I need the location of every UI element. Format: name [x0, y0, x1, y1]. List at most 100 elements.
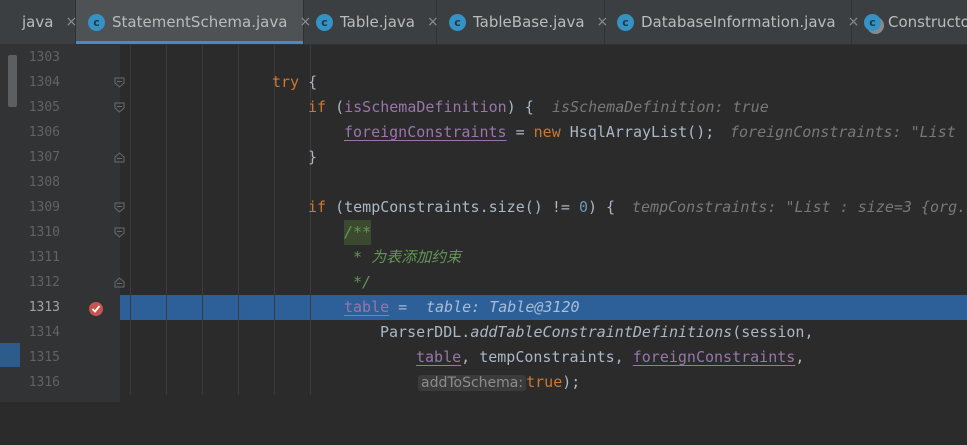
- indent-guide: [310, 320, 311, 345]
- indent-guide: [202, 345, 203, 370]
- tab-label: DatabaseInformation.java: [641, 13, 836, 31]
- indent-guide: [202, 195, 203, 220]
- indent-guide: [274, 245, 275, 270]
- indent-guide: [130, 170, 131, 195]
- indent-guide: [274, 370, 275, 395]
- indent-guide: [166, 145, 167, 170]
- inline-debug-value: isSchemaDefinition: true: [552, 98, 769, 116]
- line-number[interactable]: 1303: [20, 45, 60, 70]
- editor-tab[interactable]: c Constructor: [852, 0, 967, 44]
- line-number[interactable]: 1305: [20, 95, 60, 120]
- editor-scrollbar[interactable]: [0, 45, 20, 402]
- indent-guide: [310, 370, 311, 395]
- line-number[interactable]: 1307: [20, 145, 60, 170]
- indent-guide: [238, 170, 239, 195]
- code-line[interactable]: ParserDDL.addTableConstraintDefinitions(…: [120, 320, 967, 345]
- keyword: try: [272, 73, 300, 91]
- line-number[interactable]: 1316: [20, 370, 60, 395]
- tab-label: TableBase.java: [473, 13, 585, 31]
- code-line[interactable]: * 为表添加约束: [120, 245, 967, 270]
- indent-guide: [166, 120, 167, 145]
- code-line[interactable]: [120, 170, 967, 195]
- class-icon: c: [316, 13, 333, 31]
- tab-label: java: [22, 13, 54, 31]
- code-line[interactable]: */: [120, 270, 967, 295]
- indent-guide: [274, 45, 275, 70]
- tab-label: StatementSchema.java: [112, 13, 288, 31]
- indent-guide: [130, 345, 131, 370]
- class-icon: c: [617, 13, 634, 31]
- indent-guide: [310, 345, 311, 370]
- indent-guide: [238, 120, 239, 145]
- indent-guide: [274, 145, 275, 170]
- editor-tab[interactable]: c DatabaseInformation.java ×: [605, 0, 859, 44]
- editor-tab[interactable]: c StatementSchema.java ×: [76, 0, 311, 44]
- editor-tab[interactable]: c TableBase.java ×: [437, 0, 608, 44]
- indent-guide: [310, 270, 311, 295]
- line-number[interactable]: 1311: [20, 245, 60, 270]
- indent-guide: [166, 245, 167, 270]
- indent-guide: [238, 220, 239, 245]
- indent-guide: [130, 95, 131, 120]
- indent-guide: [202, 270, 203, 295]
- code-line[interactable]: if (tempConstraints.size() != 0) { tempC…: [120, 195, 967, 220]
- code-line[interactable]: try {: [120, 70, 967, 95]
- indent-guide: [202, 45, 203, 70]
- code-line[interactable]: /**: [120, 220, 967, 245]
- indent-guide: [130, 70, 131, 95]
- line-number[interactable]: 1310: [20, 220, 60, 245]
- indent-guide: [274, 345, 275, 370]
- tab-label: Constructor: [888, 13, 967, 31]
- indent-guide: [202, 295, 203, 320]
- indent-guide: [310, 120, 311, 145]
- indent-guide: [130, 120, 131, 145]
- line-number[interactable]: 1306: [20, 120, 60, 145]
- line-number[interactable]: 1312: [20, 270, 60, 295]
- line-number[interactable]: 1315: [20, 345, 60, 370]
- indent-guide: [238, 245, 239, 270]
- code-line[interactable]: [120, 45, 967, 70]
- indent-guide: [202, 320, 203, 345]
- indent-guide: [166, 70, 167, 95]
- code-line[interactable]: table, tempConstraints, foreignConstrain…: [120, 345, 967, 370]
- class-icon: c: [88, 13, 105, 31]
- line-number-gutter[interactable]: 1303 1304 1305 1306 1307 1308 1309 1310 1311 1312…: [20, 45, 125, 402]
- breakpoint-check-icon[interactable]: [88, 301, 104, 317]
- indent-guide: [310, 295, 311, 320]
- tab-label: Table.java: [340, 13, 415, 31]
- execution-point-line[interactable]: table = table: Table@3120: [120, 295, 967, 320]
- code-line[interactable]: }: [120, 145, 967, 170]
- doc-comment: * 为表添加约束: [344, 248, 462, 266]
- scrollbar-thumb[interactable]: [8, 55, 17, 107]
- line-number[interactable]: 1313: [20, 295, 60, 320]
- editor-tab[interactable]: c Table.java ×: [304, 0, 439, 44]
- doc-comment: /**: [344, 220, 372, 245]
- code-line[interactable]: addToSchema: true);: [120, 370, 967, 395]
- indent-guide: [274, 270, 275, 295]
- line-number[interactable]: 1309: [20, 195, 60, 220]
- indent-guide: [166, 220, 167, 245]
- indent-guide: [238, 345, 239, 370]
- indent-guide: [202, 245, 203, 270]
- indent-guide: [310, 170, 311, 195]
- indent-guide: [238, 320, 239, 345]
- indent-guide: [166, 45, 167, 70]
- indent-guide: [310, 45, 311, 70]
- line-number[interactable]: 1314: [20, 320, 60, 345]
- indent-guide: [310, 220, 311, 245]
- code-line[interactable]: if (isSchemaDefinition) { isSchemaDefini…: [120, 95, 967, 120]
- inline-debug-value: foreignConstraints: "List: [730, 123, 956, 141]
- indent-guide: [238, 295, 239, 320]
- indent-guide: [166, 195, 167, 220]
- editor-tab[interactable]: java ×: [0, 0, 77, 44]
- parameter-name-hint: addToSchema:: [418, 375, 527, 391]
- indent-guide: [166, 270, 167, 295]
- indent-guide: [274, 220, 275, 245]
- line-number[interactable]: 1308: [20, 170, 60, 195]
- code-line[interactable]: foreignConstraints = new HsqlArrayList()…: [120, 120, 967, 145]
- indent-guide: [238, 145, 239, 170]
- code-editor[interactable]: try { if (isSchemaDefinition) { isSchema…: [120, 45, 967, 402]
- line-number[interactable]: 1304: [20, 70, 60, 95]
- class-icon: c: [449, 13, 466, 31]
- indent-guide: [130, 320, 131, 345]
